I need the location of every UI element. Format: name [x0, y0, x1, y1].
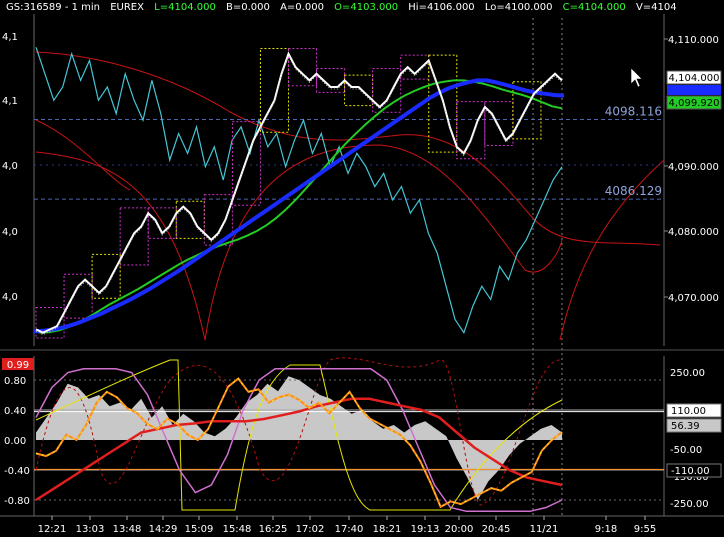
header-ask: A=0.000: [280, 2, 324, 13]
osc-left-tick-label: 0.40: [4, 406, 26, 417]
time-axis-label: 11/21: [530, 524, 559, 535]
time-axis-label: 12:21: [38, 524, 67, 535]
header-symbol: GS:316589 - 1 min: [6, 2, 101, 13]
osc-right-tick-label: -250.00: [670, 499, 709, 510]
osc-right-tick-label: 250.00: [670, 368, 705, 379]
osc-left-tick-label: 0.00: [4, 436, 26, 447]
price-range-box: [287, 48, 318, 87]
time-axis-label: 17:02: [296, 524, 325, 535]
green-moving-average: [39, 79, 563, 334]
header-exchange: EUREX: [110, 2, 144, 13]
osc-right-badge-label: 56.39: [671, 421, 700, 432]
price-range-box: [344, 74, 374, 107]
time-axis-label: 19:13: [411, 524, 440, 535]
osc-left-tick-label: -0.40: [4, 466, 30, 477]
header-low: Lo=4100.000: [484, 2, 553, 13]
price-range-box: [316, 67, 346, 93]
time-axis-label: 14:29: [149, 524, 178, 535]
price-left-tick-label: 4,1: [2, 96, 18, 107]
price-range-box: [63, 273, 93, 319]
price-right-tick-label: 4,090.000: [668, 162, 719, 173]
header-high: Hi=4106.000: [408, 2, 475, 13]
osc-left-tick-label: 0.80: [4, 376, 26, 387]
price-badge-label: 4,099.920: [669, 98, 720, 109]
envelope-curve: [35, 51, 661, 246]
price-left-tick-label: 4,0: [2, 292, 18, 303]
time-axis-label: 9:55: [634, 524, 656, 535]
time-axis-label: 15:48: [223, 524, 252, 535]
osc-value-badge-label: 0.99: [7, 360, 29, 371]
time-axis-label: 9:18: [595, 524, 617, 535]
header-bid: B=0.000: [226, 2, 270, 13]
price-right-tick-label: 4,080.000: [668, 227, 719, 238]
level-label: 4086.129: [605, 184, 662, 198]
price-badge-label: 4,104.000: [669, 73, 720, 84]
mouse-cursor-icon: [630, 67, 643, 88]
price-range-box: [175, 200, 205, 239]
time-axis-label: 15:09: [185, 524, 214, 535]
blue-ma-badge: [667, 85, 721, 95]
time-axis-label: 20:45: [482, 524, 511, 535]
header-last: L=4104.000: [154, 2, 216, 13]
chart-canvas[interactable]: 4098.116 4086.129 4,110.000 4,090.000 4,080.…: [0, 0, 724, 537]
price-left-tick-label: 4,1: [2, 32, 18, 43]
header-close: C=4104.000: [562, 2, 626, 13]
envelope-curve: [35, 144, 563, 341]
header-open: O=4103.000: [334, 2, 399, 13]
time-axis-label: 13:03: [76, 524, 105, 535]
time-axis-label: 17:40: [335, 524, 364, 535]
time-axis-label: 20:00: [445, 524, 474, 535]
price-left-tick-label: 4,0: [2, 227, 18, 238]
level-label: 4098.116: [605, 104, 662, 118]
osc-right-badge-label: 110.00: [671, 406, 706, 417]
price-range-box: [119, 207, 149, 266]
price-right-tick-label: 4,110.000: [668, 35, 719, 46]
envelope-curve: [35, 119, 131, 191]
quote-header: GS:316589 - 1 min EUREX L=4104.000 B=0.0…: [6, 2, 684, 13]
price-right-tick-label: 4,070.000: [668, 293, 719, 304]
time-axis-label: 18:21: [373, 524, 402, 535]
osc-right-badge-label: -110.00: [671, 466, 710, 477]
time-axis-label: 16:25: [259, 524, 288, 535]
chart-window[interactable]: 4098.116 4086.129 4,110.000 4,090.000 4,080.…: [0, 0, 724, 537]
price-line: [35, 51, 563, 334]
osc-right-tick-label: -50.00: [670, 445, 702, 456]
osc-left-tick-label: -0.80: [4, 496, 30, 507]
header-volume: V=4104: [635, 2, 677, 13]
oscillator-area: [36, 376, 562, 500]
time-axis-label: 13:48: [113, 524, 142, 535]
price-left-tick-label: 4,0: [2, 161, 18, 172]
